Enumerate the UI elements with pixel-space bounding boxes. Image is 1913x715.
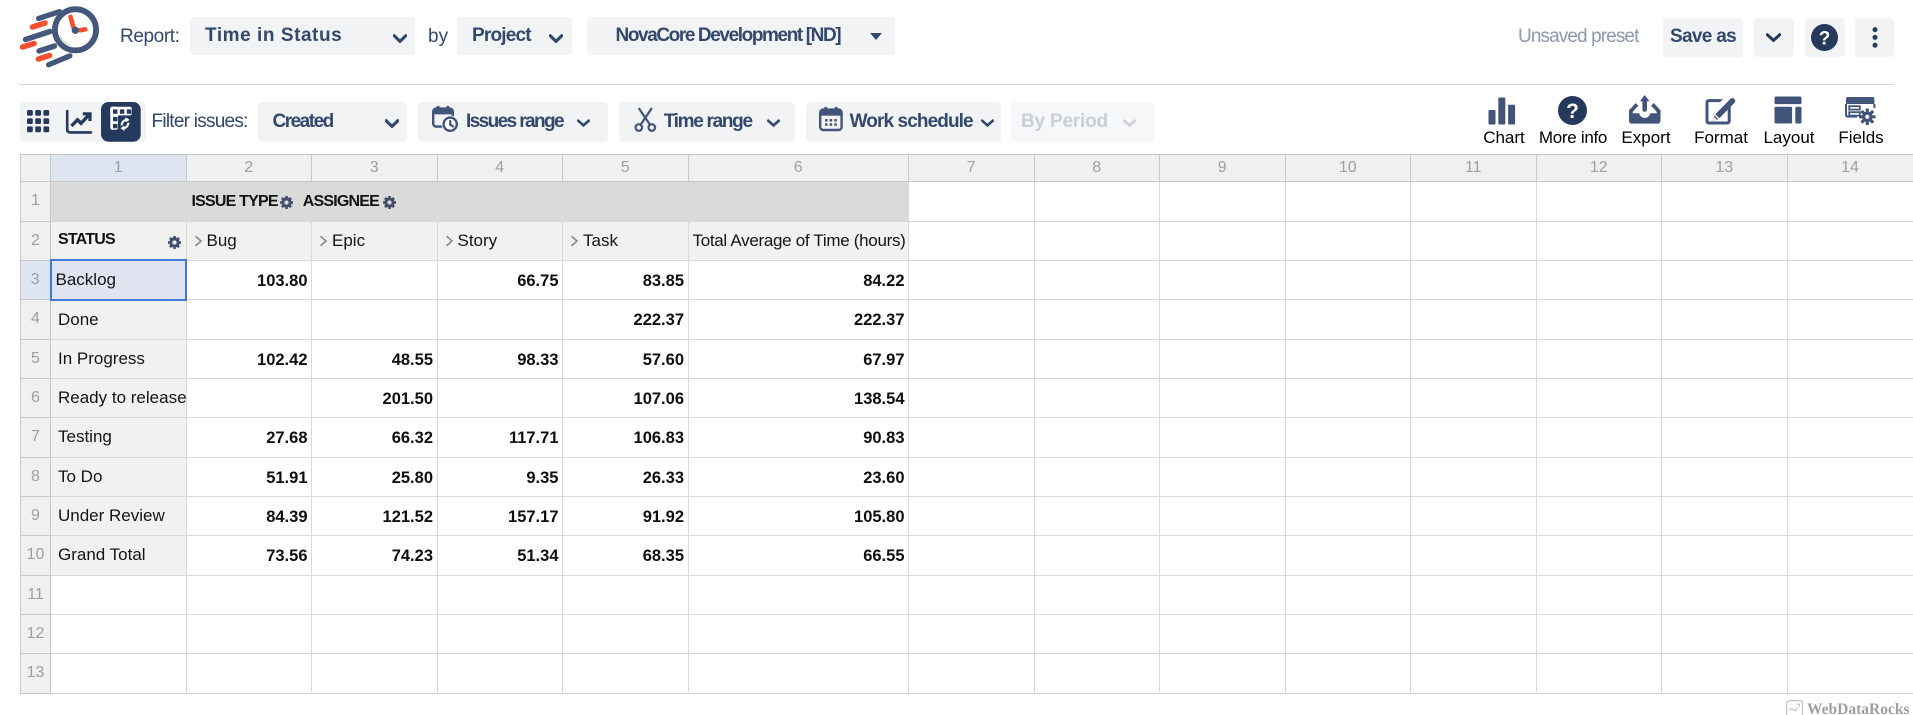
svg-text:?: ? xyxy=(1819,28,1831,49)
svg-text:?: ? xyxy=(1566,100,1579,123)
